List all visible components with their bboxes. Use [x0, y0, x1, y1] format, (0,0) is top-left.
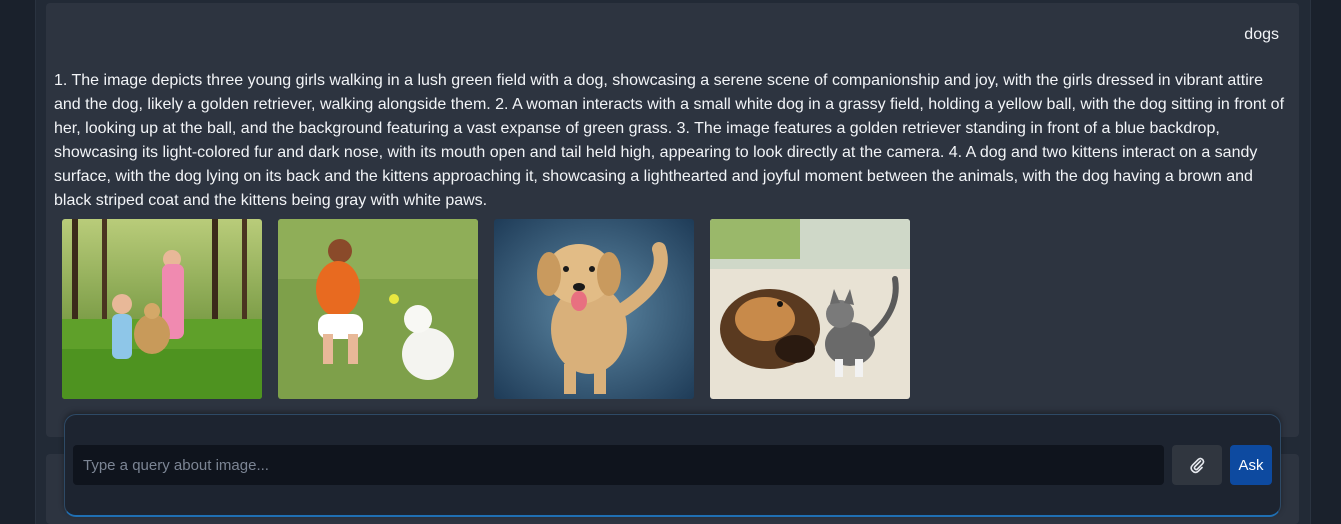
query-composer: Ask	[64, 414, 1281, 517]
result-image-2[interactable]	[278, 219, 478, 399]
attach-button[interactable]	[1172, 445, 1222, 485]
query-input[interactable]	[73, 445, 1164, 485]
result-image-1[interactable]	[62, 219, 262, 399]
girls-with-dog-photo	[62, 219, 262, 399]
result-image-row	[62, 219, 910, 399]
result-image-3[interactable]	[494, 219, 694, 399]
answer-text: 1. The image depicts three young girls w…	[54, 72, 1285, 209]
result-image-4[interactable]	[710, 219, 910, 399]
chat-message-card: dogs 1. The image depicts three young gi…	[46, 3, 1299, 437]
ask-button[interactable]: Ask	[1230, 445, 1272, 485]
woman-with-white-dog-photo	[278, 219, 478, 399]
paperclip-icon	[1190, 457, 1205, 474]
golden-retriever-photo	[494, 219, 694, 399]
dog-and-kitten-photo	[710, 219, 910, 399]
user-query-text: dogs	[1244, 26, 1279, 43]
